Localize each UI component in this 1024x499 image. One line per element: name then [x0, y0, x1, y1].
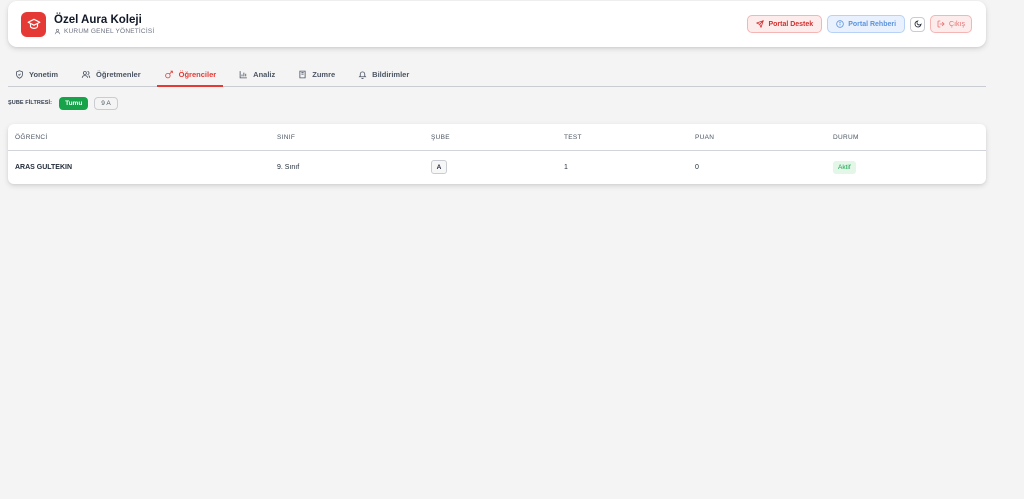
student-name-cell: ARAS GULTEKIN	[15, 163, 73, 171]
column-header-branch: ŞUBE	[431, 133, 450, 141]
bar-chart-icon	[239, 70, 248, 78]
column-header-status: DURUM	[833, 133, 859, 141]
tab-bildirimler[interactable]: Bildirimler	[351, 62, 416, 86]
branch-filter-label: ŞUBE FİLTRESİ:	[8, 100, 53, 106]
logout-label: Çıkış	[949, 20, 965, 28]
theme-toggle-button[interactable]	[910, 16, 926, 32]
portal-support-label: Portal Destek	[768, 20, 814, 28]
tab-label: Bildirimler	[372, 69, 410, 79]
branch-badge: A	[431, 160, 447, 174]
tab-analiz[interactable]: Analiz	[232, 62, 282, 86]
status-badge: Aktif	[833, 160, 856, 174]
book-icon	[299, 70, 306, 78]
brand: Özel Aura Koleji KURUM GENEL YÖNETİCİSİ	[21, 11, 154, 37]
students-table: ÖĞRENCİ SINIF ŞUBE TEST PUAN DURUM ARAS …	[8, 124, 986, 184]
portal-guide-button[interactable]: Portal Rehberi	[827, 15, 906, 33]
column-header-test: TEST	[564, 133, 582, 141]
table-header: ÖĞRENCİ SINIF ŞUBE TEST PUAN DURUM	[8, 124, 986, 151]
shield-icon	[16, 69, 23, 79]
tab-ogretmenler[interactable]: Öğretmenler	[74, 62, 148, 86]
table-row[interactable]: ARAS GULTEKIN 9. Sınıf A 1 0 Aktif	[8, 151, 986, 183]
tab-label: Öğretmenler	[96, 69, 141, 79]
filter-chip-9a[interactable]: 9 A	[94, 96, 118, 110]
students-icon	[164, 70, 173, 78]
role-label: KURUM GENEL YÖNETİCİSİ	[64, 27, 155, 35]
status-cell: Aktif	[833, 151, 856, 183]
app-header: Özel Aura Koleji KURUM GENEL YÖNETİCİSİ …	[8, 1, 986, 47]
header-actions: Portal Destek Portal Rehberi Çıkış	[747, 15, 972, 33]
tab-label: Öğrenciler	[178, 69, 217, 79]
institution-title: Özel Aura Koleji	[54, 13, 142, 26]
info-icon	[836, 20, 844, 28]
class-cell: 9. Sınıf	[277, 163, 300, 171]
bell-icon	[358, 70, 367, 79]
portal-support-button[interactable]: Portal Destek	[747, 15, 823, 33]
tab-ogrenciler[interactable]: Öğrenciler	[156, 62, 224, 87]
score-cell: 0	[695, 163, 699, 171]
filter-chip-all[interactable]: Tumu	[59, 96, 89, 110]
graduation-cap-icon	[21, 11, 46, 37]
moon-icon	[914, 20, 922, 28]
tab-label: Zumre	[312, 69, 336, 79]
user-icon	[54, 28, 61, 34]
column-header-score: PUAN	[695, 133, 715, 141]
logout-icon	[937, 20, 945, 28]
send-icon	[756, 20, 765, 28]
test-cell: 1	[564, 163, 568, 171]
tab-yonetim[interactable]: Yonetim	[8, 62, 65, 86]
tab-label: Analiz	[253, 69, 276, 79]
branch-filter: ŞUBE FİLTRESİ: Tumu 9 A	[8, 96, 118, 110]
column-header-student: ÖĞRENCİ	[15, 133, 48, 141]
tab-zumre[interactable]: Zumre	[291, 62, 342, 86]
column-header-class: SINIF	[277, 133, 296, 141]
main-tabs: Yonetim Öğretmenler Öğrenciler Analiz Zu…	[8, 62, 986, 87]
portal-guide-label: Portal Rehberi	[848, 20, 897, 28]
role-subtitle: KURUM GENEL YÖNETİCİSİ	[54, 28, 154, 35]
branch-cell: A	[431, 151, 447, 183]
logout-button[interactable]: Çıkış	[930, 15, 972, 33]
users-icon	[81, 70, 91, 78]
tab-label: Yonetim	[29, 69, 59, 79]
